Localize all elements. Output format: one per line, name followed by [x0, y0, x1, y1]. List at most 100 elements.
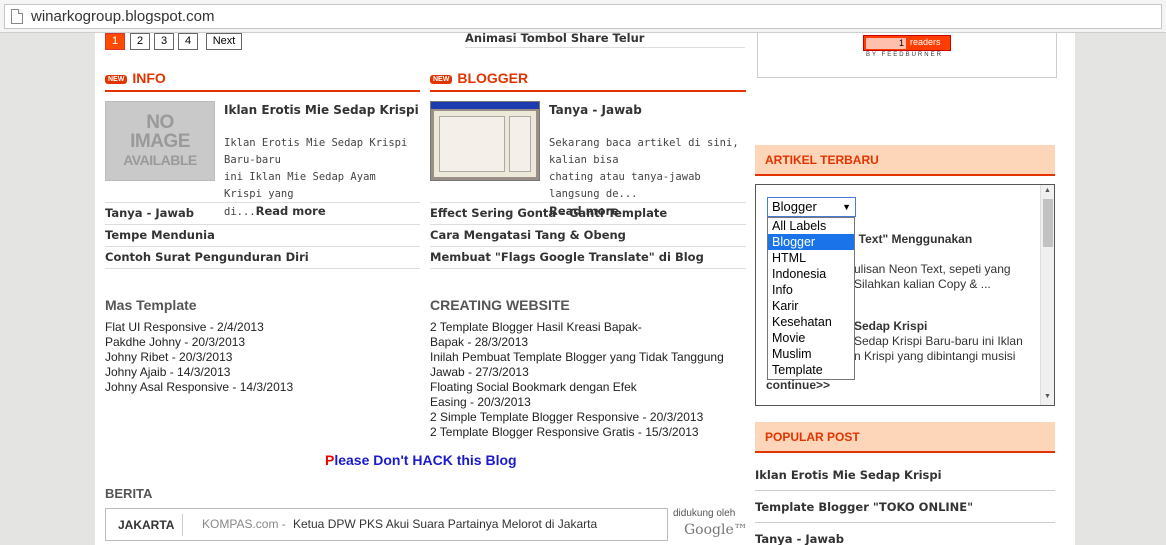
- label-option[interactable]: Template: [768, 362, 854, 378]
- no-image-thumbnail[interactable]: NO IMAGE AVAILABLE: [105, 101, 215, 181]
- scroll-down-icon[interactable]: ▼: [1044, 393, 1051, 400]
- divider: [755, 522, 1055, 523]
- supported-by-text: didukung oleh: [673, 508, 736, 519]
- info-read-more-link[interactable]: Read more: [256, 204, 326, 218]
- popular-post-link[interactable]: Tanya - Jawab: [755, 532, 844, 545]
- berita-heading: BERITA: [105, 486, 153, 501]
- divider: [430, 224, 746, 225]
- feedburner-byline: BY FEEDBURNER: [866, 52, 943, 58]
- mas-template-heading: Mas Template: [105, 297, 197, 313]
- article-title-fragment[interactable]: n Text" Menggunakan: [848, 232, 972, 247]
- popular-post-title: POPULAR POST: [765, 430, 860, 444]
- page-1-button[interactable]: 1: [105, 33, 125, 50]
- label-option[interactable]: All Labels: [768, 218, 854, 234]
- mas-template-item[interactable]: Johny Ribet - 20/3/2013: [105, 350, 232, 364]
- blogger-link-2[interactable]: Cara Mengatasi Tang & Obeng: [430, 228, 626, 242]
- page-4-button[interactable]: 4: [178, 33, 198, 50]
- divider: [105, 202, 420, 203]
- creating-website-line[interactable]: Inilah Pembuat Template Blogger yang Tid…: [430, 350, 724, 364]
- feedburner-counter[interactable]: 1 readers: [863, 35, 951, 51]
- hack-first-letter: P: [325, 452, 335, 468]
- scroll-thumb[interactable]: [1043, 199, 1053, 247]
- creating-website-line[interactable]: Easing - 20/3/2013: [430, 395, 531, 409]
- label-dropdown-list: All Labels Blogger HTML Indonesia Info K…: [767, 217, 855, 380]
- popular-post-link[interactable]: Iklan Erotis Mie Sedap Krispi: [755, 468, 942, 482]
- creating-website-heading: CREATING WEBSITE: [430, 297, 570, 313]
- divider: [430, 246, 746, 247]
- creating-website-line[interactable]: Bapak - 28/3/2013: [430, 335, 528, 349]
- next-page-button[interactable]: Next: [206, 33, 242, 50]
- divider: [430, 202, 746, 203]
- mas-template-item[interactable]: Johny Ajaib - 14/3/2013: [105, 365, 230, 379]
- google-logo[interactable]: Google™: [684, 522, 748, 538]
- article-excerpt-fragment: Silahkan kalian Copy & ...: [854, 277, 991, 291]
- blogger-section-title: NEW BLOGGER: [430, 70, 528, 86]
- artikel-terbaru-header: ARTIKEL TERBARU: [755, 145, 1055, 176]
- mas-template-item[interactable]: Flat UI Responsive - 2/4/2013: [105, 320, 264, 334]
- info-link-2[interactable]: Tempe Mendunia: [105, 228, 215, 242]
- divider: [105, 268, 420, 269]
- post-screenshot-thumbnail[interactable]: [430, 101, 540, 181]
- creating-website-line[interactable]: 2 Simple Template Blogger Responsive - 2…: [430, 410, 703, 424]
- left-background: [0, 33, 95, 545]
- top-post-link[interactable]: Animasi Tombol Share Telur: [465, 33, 644, 45]
- creating-website-line[interactable]: 2 Template Blogger Hasil Kreasi Bapak-: [430, 320, 642, 334]
- label-option[interactable]: Indonesia: [768, 266, 854, 282]
- excerpt-line: ini Iklan Mie Sedap Ayam Krispi yang: [224, 171, 376, 200]
- article-excerpt-fragment: ulisan Neon Text, sepeti yang: [854, 262, 1011, 276]
- label-option[interactable]: Info: [768, 282, 854, 298]
- thumb-text-image: IMAGE: [130, 131, 190, 152]
- label-option[interactable]: Movie: [768, 330, 854, 346]
- info-post-title[interactable]: Iklan Erotis Mie Sedap Krispi: [224, 103, 419, 117]
- news-headline-link[interactable]: Ketua DPW PKS Akui Suara Partainya Melor…: [293, 517, 597, 531]
- divider: [430, 268, 746, 269]
- label-option[interactable]: Kesehatan: [768, 314, 854, 330]
- blogger-link-3[interactable]: Membuat "Flags Google Translate" di Blog: [430, 250, 704, 264]
- blog-content: 1 2 3 4 Next Animasi Tombol Share Telur …: [95, 33, 1075, 545]
- blogger-underline: [430, 90, 746, 92]
- dropdown-arrow-icon: ▼: [842, 202, 851, 212]
- excerpt-line: Sekarang baca artikel di sini, kalian bi…: [549, 137, 739, 166]
- excerpt-line: chating atau tanya-jawab langsung de...: [549, 171, 701, 200]
- divider: [755, 490, 1055, 491]
- creating-website-line[interactable]: Jawab - 27/3/2013: [430, 365, 529, 379]
- info-link-3[interactable]: Contoh Surat Pengunduran Diri: [105, 250, 309, 264]
- mas-template-item[interactable]: Pakdhe Johny - 20/3/2013: [105, 335, 245, 349]
- continue-link[interactable]: continue>>: [766, 378, 830, 393]
- divider: [105, 224, 420, 225]
- mas-template-item[interactable]: Johny Asal Responsive - 14/3/2013: [105, 380, 293, 394]
- info-link-1[interactable]: Tanya - Jawab: [105, 206, 194, 220]
- label-option-selected[interactable]: Blogger: [768, 234, 854, 250]
- page-icon: [11, 9, 23, 24]
- creating-website-line[interactable]: Floating Social Bookmark dengan Efek: [430, 380, 637, 394]
- thumb-text-available: AVAILABLE: [123, 152, 197, 168]
- popular-post-header: POPULAR POST: [755, 422, 1055, 453]
- selected-label: Blogger: [772, 199, 817, 214]
- artikel-terbaru-title: ARTIKEL TERBARU: [765, 153, 879, 167]
- scroll-up-icon[interactable]: ▲: [1044, 187, 1051, 194]
- excerpt-line: di...: [224, 206, 256, 218]
- divider: [465, 47, 745, 48]
- popular-post-link[interactable]: Template Blogger "TOKO ONLINE": [755, 500, 973, 514]
- article-title-fragment[interactable]: Sedap Krispi: [854, 319, 927, 334]
- url-field[interactable]: winarkogroup.blogspot.com: [4, 4, 1162, 29]
- page-3-button[interactable]: 3: [154, 33, 174, 50]
- label-option[interactable]: Muslim: [768, 346, 854, 362]
- page-2-button[interactable]: 2: [130, 33, 150, 50]
- news-source: KOMPAS.com -: [202, 517, 286, 531]
- thumb-pane: [509, 116, 531, 172]
- creating-website-line[interactable]: 2 Template Blogger Responsive Gratis - 1…: [430, 425, 699, 439]
- info-underline: [105, 90, 420, 92]
- info-post-excerpt: Iklan Erotis Mie Sedap Krispi Baru-baru …: [224, 135, 419, 221]
- blogger-link-1[interactable]: Effect Sering Gonta - Ganti Template: [430, 206, 667, 220]
- blogger-title-text: BLOGGER: [457, 70, 529, 86]
- label-select[interactable]: Blogger ▼: [767, 197, 856, 217]
- thumb-titlebar: [431, 102, 539, 109]
- news-ticker: JAKARTA KOMPAS.com - Ketua DPW PKS Akui …: [105, 508, 668, 541]
- scrollbar[interactable]: ▲ ▼: [1040, 185, 1054, 405]
- artikel-terbaru-box: n Text" Menggunakan ulisan Neon Text, se…: [755, 184, 1055, 406]
- label-option[interactable]: Karir: [768, 298, 854, 314]
- label-option[interactable]: HTML: [768, 250, 854, 266]
- blogger-post-title[interactable]: Tanya - Jawab: [549, 103, 642, 117]
- reader-count: 1: [866, 38, 906, 49]
